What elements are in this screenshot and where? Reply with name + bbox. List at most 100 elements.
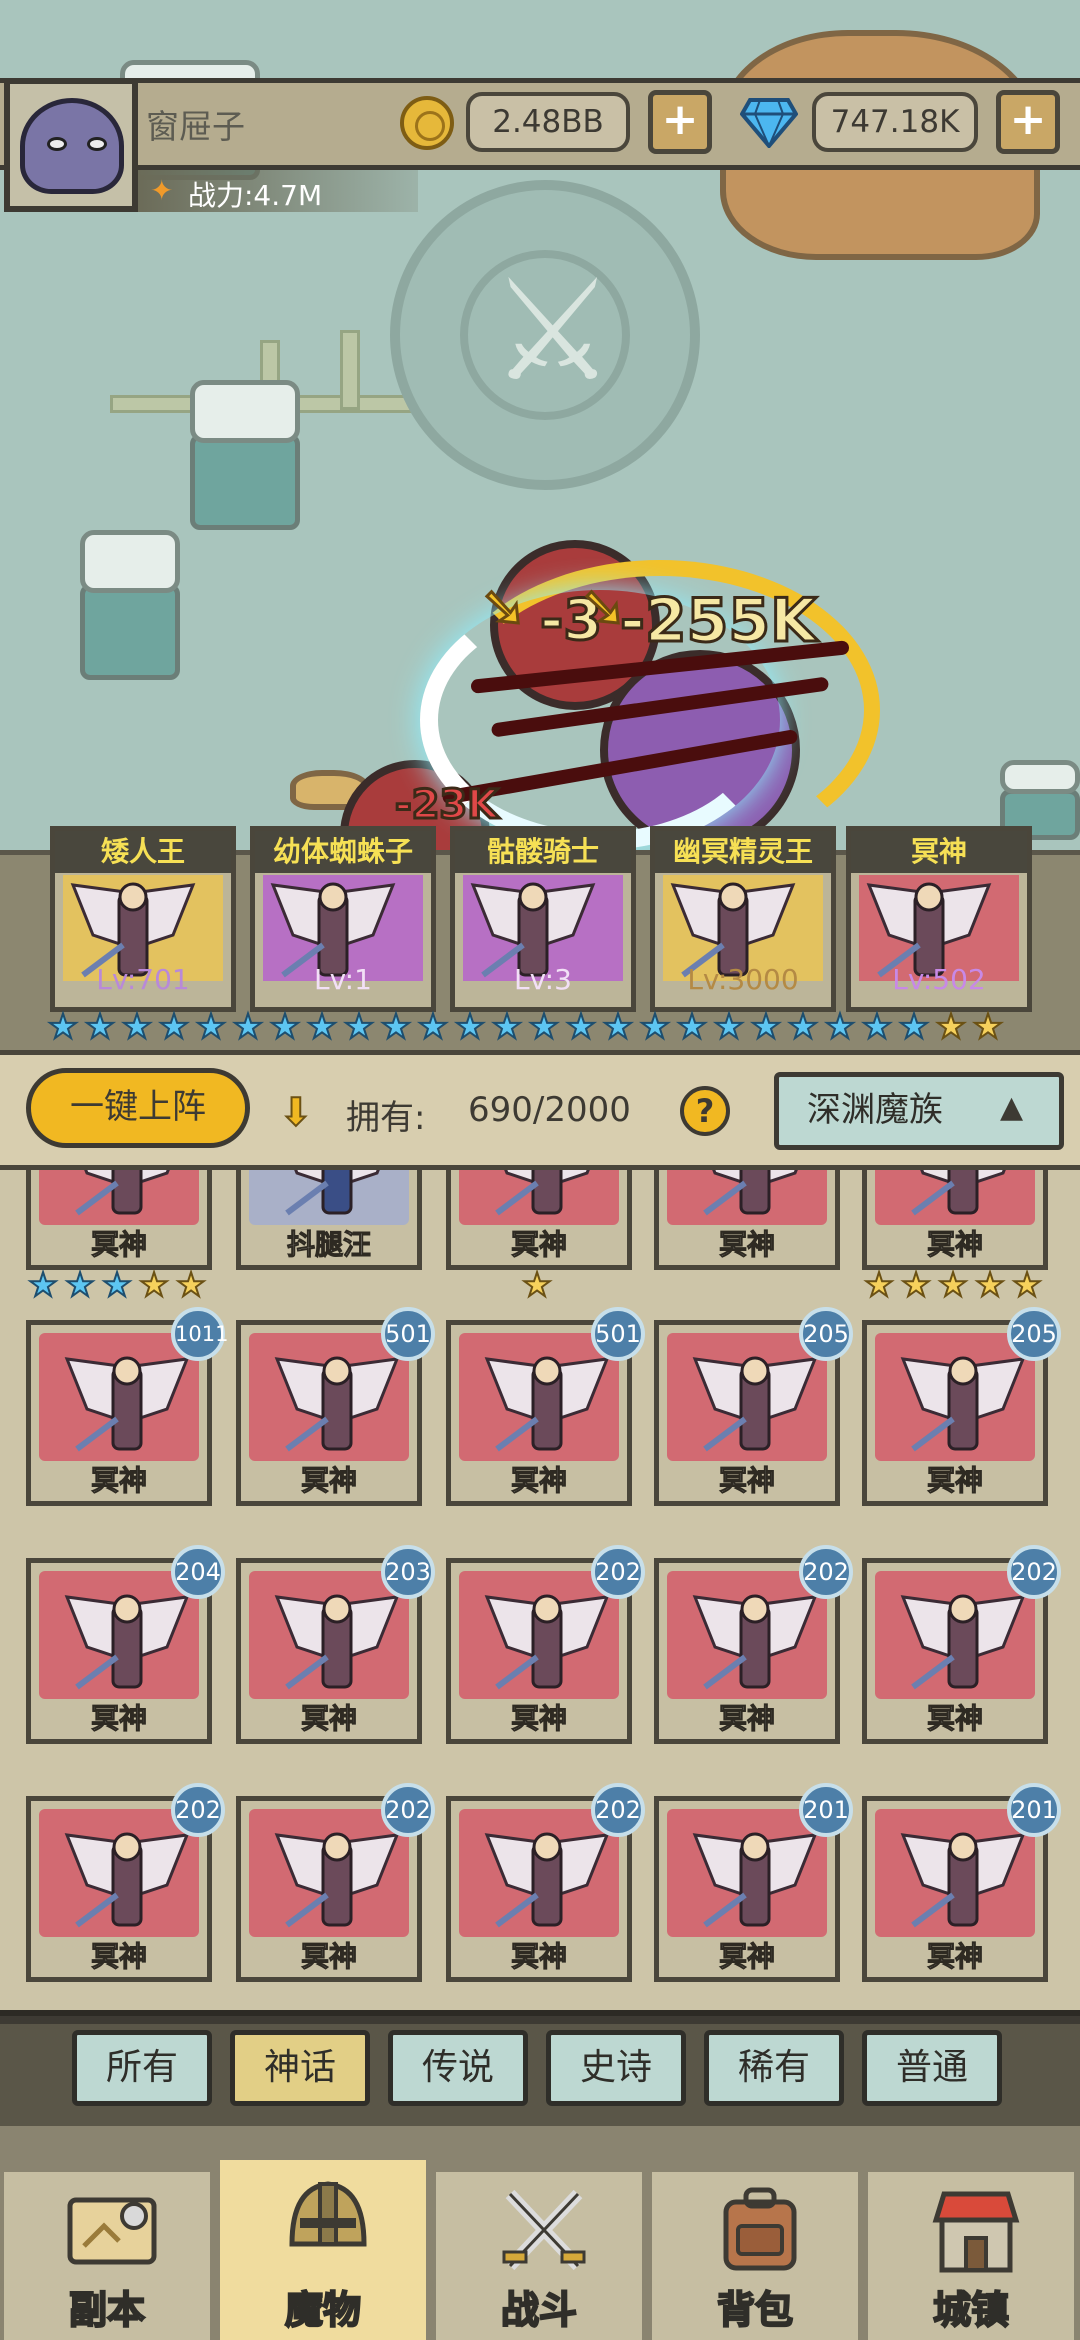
sort-arrow-icon[interactable]: ⬇: [279, 1089, 313, 1135]
star-icon: ★: [974, 1265, 1006, 1304]
nav-label: 战斗: [500, 2287, 578, 2333]
monster-card[interactable]: 冥神 205: [654, 1307, 853, 1506]
gold-amount: 2.48BB: [466, 92, 630, 152]
monster-art: [249, 1170, 409, 1225]
monster-card[interactable]: 冥神 501: [236, 1307, 435, 1506]
star-icon: ★: [306, 1007, 338, 1047]
filter-tab[interactable]: 普通: [862, 2030, 1002, 2106]
monster-card[interactable]: 冥神 203: [236, 1545, 435, 1744]
team-slot[interactable]: 骷髅骑士 Lv:3: [450, 826, 636, 1012]
monster-card[interactable]: 冥神 202: [26, 1783, 225, 1982]
level-badge: 202: [591, 1545, 645, 1599]
filter-tab[interactable]: 史诗: [546, 2030, 686, 2106]
monster-name: 抖腿汪: [286, 1228, 371, 1262]
monster-card[interactable]: 冥神 501: [446, 1307, 645, 1506]
star-icon: ★: [417, 1007, 449, 1047]
filter-tab[interactable]: 神话: [230, 2030, 370, 2106]
level-badge: 201: [1007, 1783, 1061, 1837]
monster-card[interactable]: 冥神 201: [654, 1783, 853, 1982]
help-icon[interactable]: ?: [680, 1086, 730, 1136]
add-gold-button[interactable]: +: [648, 90, 712, 154]
level-badge: 204: [171, 1545, 225, 1599]
star-icon: ★: [175, 1265, 207, 1304]
monster-card[interactable]: 冥神: [654, 1170, 840, 1270]
monster-sprite: [477, 1349, 617, 1459]
monster-sprite: [267, 1825, 407, 1935]
monster-art: [459, 1333, 619, 1461]
monster-art: [249, 1809, 409, 1937]
monster-art: [249, 1333, 409, 1461]
monster-name: 冥神: [300, 1702, 357, 1736]
star-icon: ★: [1011, 1265, 1043, 1304]
diamond-icon: [740, 98, 798, 148]
level-badge: 202: [591, 1783, 645, 1837]
monster-name: 冥神: [926, 1702, 983, 1736]
monster-sprite: [685, 1170, 825, 1223]
monster-card[interactable]: 冥神: [446, 1170, 632, 1270]
monster-card[interactable]: 冥神 202: [446, 1783, 645, 1982]
monster-name: 冥神: [90, 1464, 147, 1498]
nav-item-map[interactable]: 副本: [0, 2172, 214, 2340]
level-badge: 1011: [171, 1307, 228, 1361]
monster-sprite: [477, 1170, 617, 1223]
level-badge: 205: [799, 1307, 853, 1361]
nav-item-backpack[interactable]: 背包: [648, 2172, 862, 2340]
crit-arrow-icon: ➘: [479, 574, 529, 642]
nav-item-crossed-swords[interactable]: 战斗: [432, 2172, 646, 2340]
damage-number: -23K: [393, 781, 499, 830]
filter-tab[interactable]: 所有: [72, 2030, 212, 2106]
level-badge: 203: [381, 1545, 435, 1599]
monster-card[interactable]: 抖腿汪: [236, 1170, 422, 1270]
map-path: [340, 330, 360, 410]
nav-label: 背包: [716, 2287, 794, 2333]
team-slot[interactable]: 幼体蜘蛛子 Lv:1: [250, 826, 436, 1012]
monster-grid[interactable]: 冥神 抖腿汪 冥神 冥神 冥神 ★ ★ ★ ★ ★ ★ ★ ★ ★ ★ ★ 冥神 1011 冥神 501 冥神 501 冥神…: [0, 1170, 1080, 2015]
star-icon: ★: [824, 1007, 856, 1047]
monster-art: [39, 1333, 199, 1461]
monster-card[interactable]: 冥神: [26, 1170, 212, 1270]
monster-card[interactable]: 冥神 202: [862, 1545, 1061, 1744]
monster-art: [875, 1571, 1035, 1699]
monster-name: 冥神: [300, 1464, 357, 1498]
battle-zone[interactable]: ⚔: [390, 180, 700, 490]
monster-art: [875, 1170, 1035, 1225]
monster-art: [459, 1170, 619, 1225]
monster-card[interactable]: 冥神 202: [446, 1545, 645, 1744]
filter-tab[interactable]: 稀有: [704, 2030, 844, 2106]
star-icon: ★: [47, 1007, 79, 1047]
team-slot-level: Lv:3000: [687, 963, 799, 996]
star-icon: ★: [639, 1007, 671, 1047]
nav-item-shop[interactable]: 城镇: [864, 2172, 1078, 2340]
player-name: 窗屉子: [146, 107, 245, 146]
monster-card[interactable]: 冥神: [862, 1170, 1048, 1270]
monster-card[interactable]: 冥神 202: [236, 1783, 435, 1982]
monster-art: [249, 1571, 409, 1699]
monster-card[interactable]: 冥神 205: [862, 1307, 1061, 1506]
team-slot[interactable]: 冥神 Lv:502: [846, 826, 1032, 1012]
team-slot-level: Lv:701: [96, 963, 190, 996]
monster-art: [667, 1809, 827, 1937]
star-icon: ★: [935, 1007, 967, 1047]
team-slot[interactable]: 矮人王 Lv:701: [50, 826, 236, 1012]
monster-card[interactable]: 冥神 201: [862, 1783, 1061, 1982]
nav-label: 魔物: [284, 2287, 362, 2333]
level-badge: 202: [1007, 1545, 1061, 1599]
monster-sprite: [57, 1349, 197, 1459]
nav-item-helmet[interactable]: 魔物: [216, 2160, 430, 2340]
monster-card[interactable]: 冥神 1011: [26, 1307, 228, 1506]
monster-sprite: [685, 1825, 825, 1935]
team-slot[interactable]: 幽冥精灵王 Lv:3000: [650, 826, 836, 1012]
avatar-face: [20, 98, 124, 194]
star-icon: ★: [898, 1007, 930, 1047]
add-gems-button[interactable]: +: [996, 90, 1060, 154]
monster-card[interactable]: 冥神 204: [26, 1545, 225, 1744]
auto-deploy-button[interactable]: 一键上阵: [26, 1068, 250, 1148]
monster-sprite: [477, 1587, 617, 1697]
monster-name: 冥神: [510, 1228, 567, 1262]
card-star-rating: ★ ★ ★ ★ ★: [27, 1265, 208, 1304]
monster-sprite: [57, 1825, 197, 1935]
monster-card[interactable]: 冥神 202: [654, 1545, 853, 1744]
monster-art: [39, 1170, 199, 1225]
player-avatar[interactable]: [4, 78, 138, 212]
filter-tab[interactable]: 传说: [388, 2030, 528, 2106]
